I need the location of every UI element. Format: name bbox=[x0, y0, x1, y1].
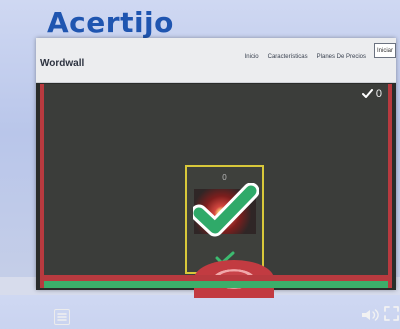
score-indicator: 0 bbox=[361, 88, 382, 100]
slide-title: Acertijo bbox=[47, 6, 174, 39]
answer-card[interactable]: 0 bbox=[185, 165, 264, 274]
card-counter: 0 bbox=[222, 173, 227, 182]
wordwall-logo: Wordwall bbox=[40, 58, 85, 69]
nav-inicio[interactable]: Inicio bbox=[245, 54, 259, 60]
login-button[interactable]: Iniciar bbox=[374, 43, 396, 58]
menu-icon bbox=[57, 313, 67, 321]
speaker-icon[interactable] bbox=[360, 307, 380, 323]
site-header: Wordwall Inicio Características Planes D… bbox=[36, 38, 396, 83]
bottom-strip bbox=[44, 281, 388, 288]
top-navigation: Inicio Características Planes De Precios bbox=[245, 54, 366, 60]
nav-caracteristicas[interactable]: Características bbox=[268, 54, 308, 60]
browser-window: Wordwall Inicio Características Planes D… bbox=[36, 38, 399, 325]
big-check-icon bbox=[193, 183, 259, 237]
score-value: 0 bbox=[375, 88, 382, 100]
fullscreen-icon[interactable] bbox=[383, 305, 400, 322]
check-icon bbox=[361, 89, 373, 98]
menu-button[interactable] bbox=[54, 309, 70, 325]
game-area: 0 0 bbox=[40, 84, 399, 325]
nav-planes-de-precios[interactable]: Planes De Precios bbox=[317, 54, 366, 60]
